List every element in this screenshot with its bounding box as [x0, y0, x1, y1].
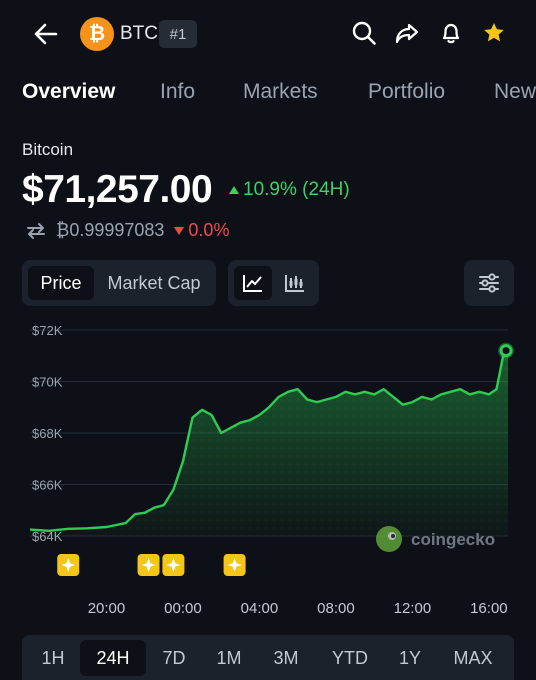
search-icon	[352, 21, 376, 45]
star-icon	[484, 23, 504, 42]
price-chart: $72K $70K $68K $66K $64K 20:00 00:00 04:00 08:0…	[29, 323, 514, 617]
price-change-24h-value: 10.9% (24H)	[243, 179, 350, 200]
btc-price-change: 0.0%	[174, 220, 229, 241]
time-range-selector: 1H 24H 7D 1M 3M YTD 1Y MAX	[22, 635, 514, 680]
event-marker-star[interactable]	[223, 554, 246, 576]
range-ytd-button[interactable]: YTD	[322, 640, 378, 676]
btc-price-value: ₿0.99997083	[56, 220, 165, 240]
coin-price: $71,257.00	[22, 168, 213, 211]
price-change-24h: 10.9% (24H)	[229, 179, 350, 201]
swap-arrows-icon	[27, 222, 45, 239]
share-button[interactable]	[392, 18, 422, 48]
watchlist-star-button[interactable]	[479, 18, 509, 48]
share-icon	[395, 23, 419, 44]
y-tick-label: $64K	[32, 529, 63, 544]
section-tabs: Overview Info Markets Portfolio News	[0, 80, 536, 114]
x-tick-label: 04:00	[241, 600, 279, 617]
search-button[interactable]	[349, 18, 379, 48]
range-1y-button[interactable]: 1Y	[389, 640, 431, 676]
line-chart-icon	[243, 275, 262, 292]
y-tick-label: $66K	[32, 478, 63, 493]
tab-portfolio[interactable]: Portfolio	[368, 80, 445, 104]
triangle-up-icon	[229, 186, 239, 194]
price-area-texture	[30, 350, 508, 536]
triangle-down-icon	[174, 226, 185, 235]
range-max-button[interactable]: MAX	[444, 640, 502, 676]
y-tick-label: $72K	[32, 323, 63, 338]
x-tick-label: 08:00	[317, 600, 355, 617]
y-tick-label: $70K	[32, 375, 63, 390]
sliders-icon	[479, 273, 499, 293]
x-tick-label: 12:00	[394, 600, 432, 617]
x-tick-label: 16:00	[470, 600, 508, 617]
gecko-logo-icon	[376, 526, 402, 552]
range-1h-button[interactable]: 1H	[32, 640, 74, 676]
coin-logo: ₿	[80, 17, 114, 51]
x-tick-label: 00:00	[164, 600, 202, 617]
chart-settings-button[interactable]	[464, 260, 514, 306]
event-marker-star[interactable]	[137, 554, 160, 576]
alert-button[interactable]	[436, 18, 466, 48]
x-tick-label: 20:00	[88, 600, 126, 617]
back-button[interactable]	[30, 18, 62, 50]
y-tick-label: $68K	[32, 426, 63, 441]
tab-markets[interactable]: Markets	[243, 80, 318, 104]
back-arrow-icon	[34, 23, 58, 45]
price-mode-button[interactable]: Price	[28, 266, 94, 300]
chart-mode-toggle: Price Market Cap	[22, 260, 216, 306]
market-cap-mode-button[interactable]: Market Cap	[98, 266, 210, 300]
event-marker-star[interactable]	[162, 554, 185, 576]
range-7d-button[interactable]: 7D	[153, 640, 195, 676]
candlestick-chart-icon	[285, 275, 304, 292]
current-price-dot	[499, 344, 513, 358]
candlestick-chart-button[interactable]	[276, 266, 314, 300]
coingecko-watermark: coingecko	[376, 526, 495, 552]
bell-icon	[442, 23, 460, 44]
tab-info[interactable]: Info	[160, 80, 195, 104]
tab-overview[interactable]: Overview	[22, 80, 115, 104]
watermark-text: coingecko	[411, 530, 495, 549]
chart-type-toggle	[228, 260, 319, 306]
line-chart-button[interactable]	[234, 266, 272, 300]
rank-badge: #1	[159, 20, 197, 48]
range-3m-button[interactable]: 3M	[263, 640, 309, 676]
btc-price-row: ₿0.99997083 0.0%	[26, 220, 229, 241]
tab-news[interactable]: News	[494, 80, 536, 104]
range-1m-button[interactable]: 1M	[207, 640, 251, 676]
range-24h-button[interactable]: 24H	[80, 640, 146, 676]
coin-name: Bitcoin	[22, 140, 74, 159]
btc-price-change-value: 0.0%	[188, 220, 230, 240]
event-marker-star[interactable]	[57, 554, 80, 576]
coin-ticker: BTC	[120, 23, 158, 44]
